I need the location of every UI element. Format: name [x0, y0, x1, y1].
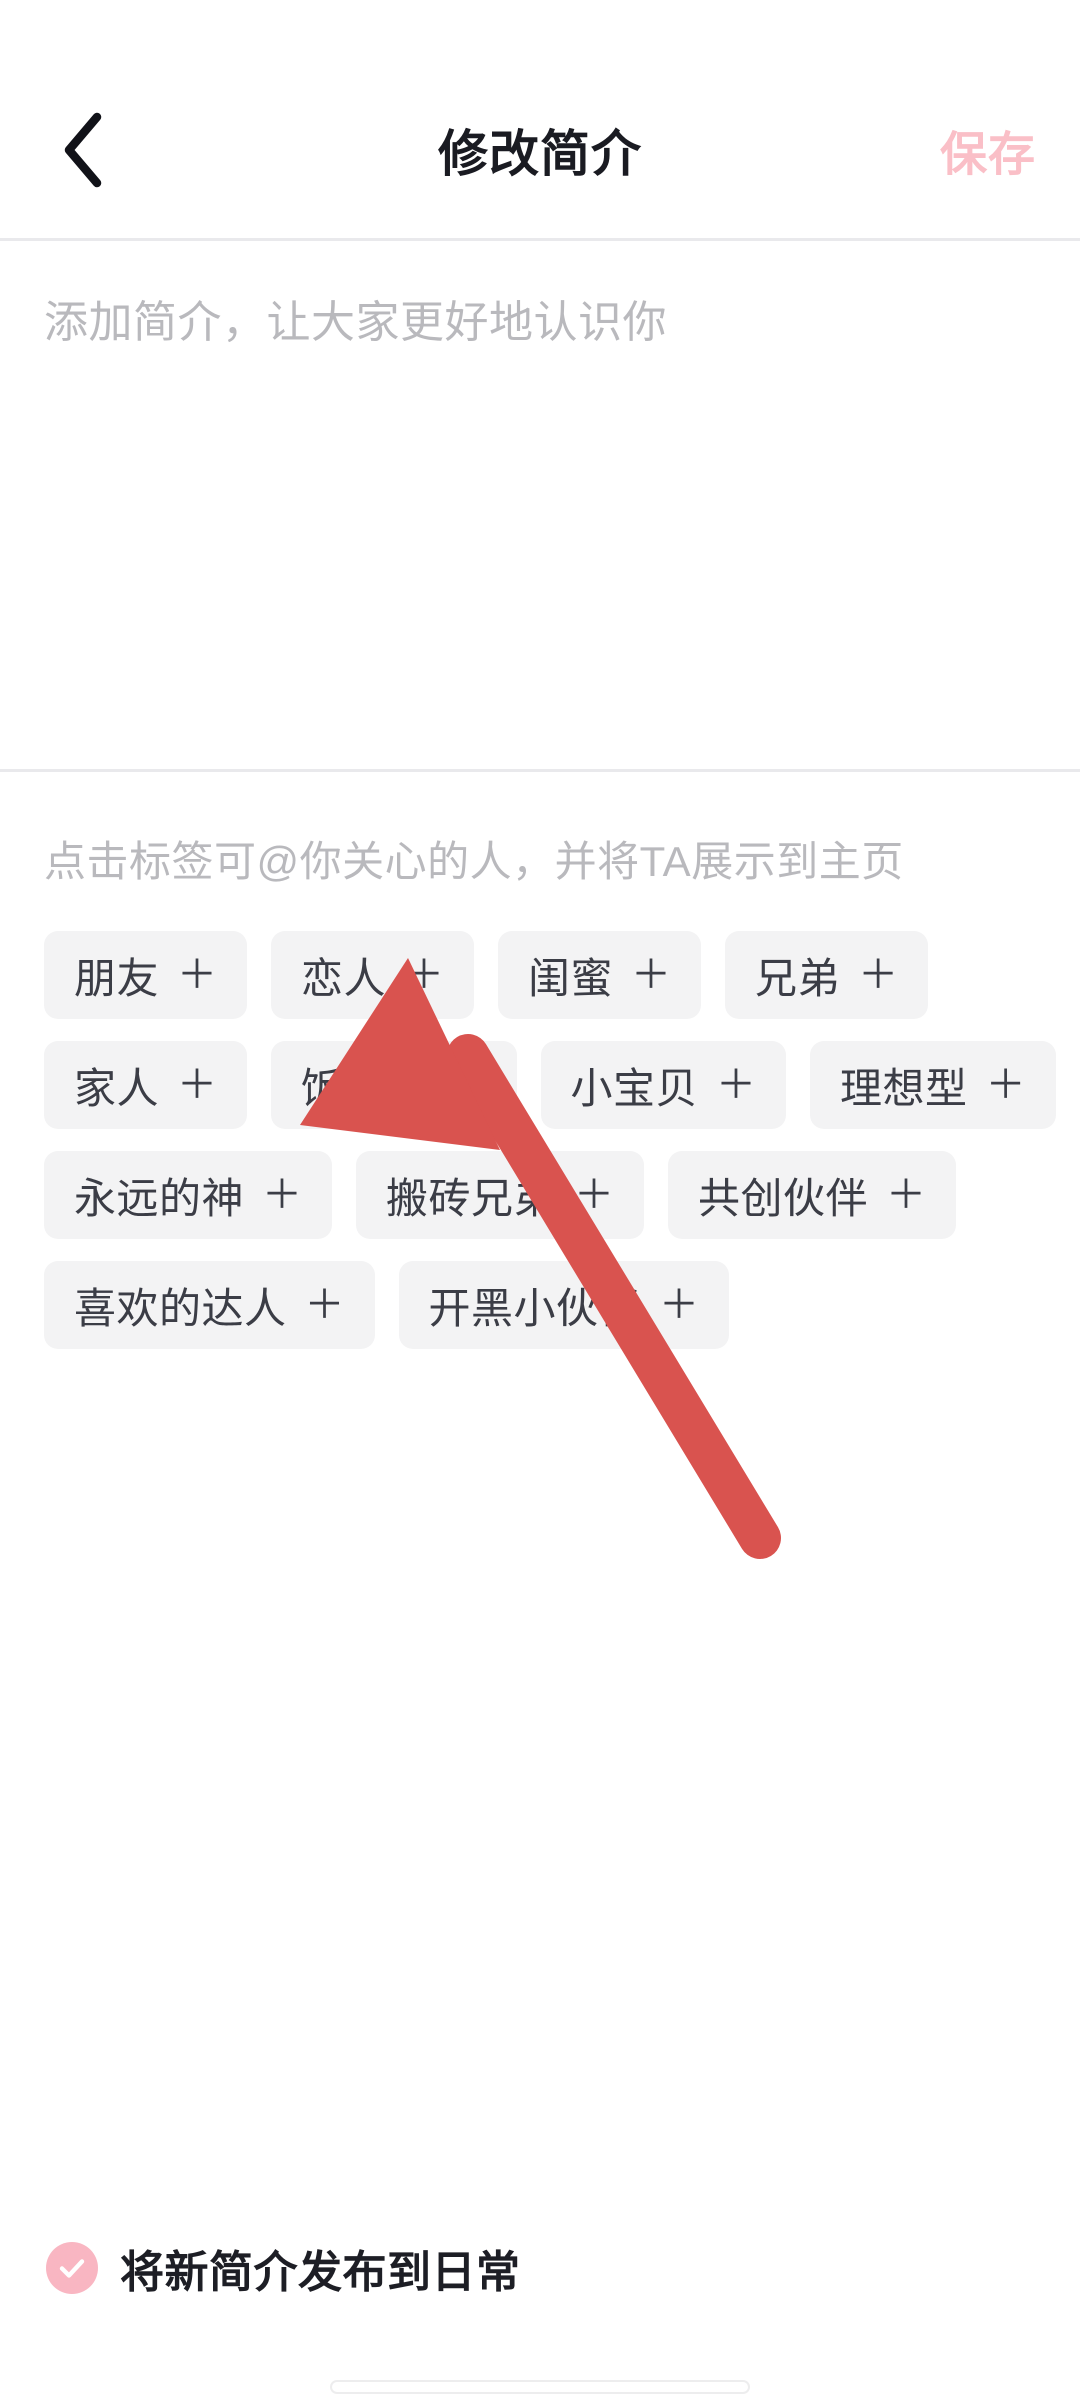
tag-chip[interactable]: 家人 ＋: [44, 1041, 248, 1129]
tag-chip-label: 理想型: [840, 1064, 968, 1112]
plus-icon: ＋: [446, 1063, 487, 1107]
tag-chip-label: 搬砖兄弟: [386, 1174, 557, 1222]
tag-chip[interactable]: 理想型 ＋: [810, 1041, 1056, 1129]
tag-picker-section: 点击标签可@你关心的人，并将TA展示到主页 朋友＋恋人＋闺蜜＋兄弟＋家人＋饭搭子…: [0, 772, 1080, 1349]
tag-chip-label: 饭搭子: [301, 1064, 429, 1112]
plus-icon: ＋: [304, 1283, 345, 1327]
tag-row: 喜欢的达人 ＋ 开黑小伙伴 ＋: [44, 1261, 1036, 1349]
tag-chip-label: 恋人: [301, 954, 387, 1002]
tag-chip[interactable]: 永远的神 ＋: [44, 1151, 333, 1239]
tag-chip[interactable]: 搬砖兄弟 ＋: [356, 1151, 645, 1239]
tag-hint-text: 点击标签可@你关心的人，并将TA展示到主页: [44, 838, 904, 885]
tag-chip-label: 永远的神: [74, 1174, 245, 1222]
status-bar: [0, 0, 1080, 62]
plus-icon: ＋: [177, 953, 218, 997]
tag-chip-label: 喜欢的达人: [74, 1284, 287, 1332]
plus-icon: ＋: [262, 1173, 303, 1217]
tag-chip[interactable]: 饭搭子 ＋: [271, 1041, 517, 1129]
tag-chip[interactable]: 开黑小伙伴 ＋: [398, 1261, 730, 1349]
publish-to-moments-row[interactable]: 将新简介发布到日常: [0, 2236, 1080, 2300]
check-icon[interactable]: [46, 2242, 98, 2294]
plus-icon: ＋: [631, 953, 672, 997]
page-title: 修改简介: [438, 126, 642, 182]
tag-chip[interactable]: 兄弟 ＋: [725, 931, 929, 1019]
tag-chip[interactable]: 小宝贝 ＋: [540, 1041, 787, 1129]
tag-chip-label: 朋友: [74, 954, 160, 1002]
plus-icon: ＋: [177, 1063, 218, 1107]
bio-placeholder: 添加简介，让大家更好地认识你: [44, 298, 667, 347]
tag-row: 家人 ＋ 饭搭子 ＋ 小宝贝 ＋ 理想型 ＋: [44, 1041, 1056, 1129]
tag-rows: 朋友＋恋人＋闺蜜＋兄弟＋家人＋饭搭子＋小宝贝＋理想型＋永远的神＋搬砖兄弟＋共创伙…: [44, 931, 1056, 1349]
tag-chip-label: 兄弟: [755, 954, 841, 1002]
plus-icon: ＋: [404, 953, 445, 997]
tag-row: 永远的神 ＋ 搬砖兄弟 ＋ 共创伙伴 ＋: [44, 1151, 1036, 1239]
tag-chip-label: 小宝贝: [570, 1064, 699, 1112]
plus-icon: ＋: [886, 1173, 927, 1217]
plus-icon: ＋: [985, 1063, 1026, 1107]
bio-editor[interactable]: 添加简介，让大家更好地认识你: [0, 241, 1080, 769]
tag-chip[interactable]: 恋人 ＋: [271, 931, 475, 1019]
save-button[interactable]: 保存: [940, 116, 1036, 185]
tag-chip[interactable]: 朋友 ＋: [44, 931, 248, 1019]
tag-chip[interactable]: 共创伙伴 ＋: [668, 1151, 957, 1239]
home-indicator: [330, 2380, 750, 2394]
tag-row: 朋友 ＋ 恋人 ＋ 闺蜜 ＋ 兄弟 ＋: [44, 931, 1036, 1019]
app-screen: 修改简介 保存 添加简介，让大家更好地认识你 点击标签可@你关心的人，并将TA展…: [0, 0, 1080, 2408]
tag-chip-label: 闺蜜: [528, 954, 614, 1002]
tag-chip-label: 共创伙伴: [698, 1174, 869, 1222]
tag-chip-label: 开黑小伙伴: [428, 1284, 642, 1332]
plus-icon: ＋: [858, 953, 899, 997]
navigation-bar: 修改简介 保存: [0, 62, 1080, 238]
tag-chip[interactable]: 闺蜜 ＋: [498, 931, 702, 1019]
plus-icon: ＋: [574, 1173, 615, 1217]
publish-label: 将新简介发布到日常: [120, 2248, 521, 2297]
plus-icon: ＋: [716, 1063, 757, 1107]
plus-icon: ＋: [659, 1283, 700, 1327]
tag-chip-label: 家人: [74, 1064, 160, 1112]
tag-chip[interactable]: 喜欢的达人 ＋: [44, 1261, 375, 1349]
